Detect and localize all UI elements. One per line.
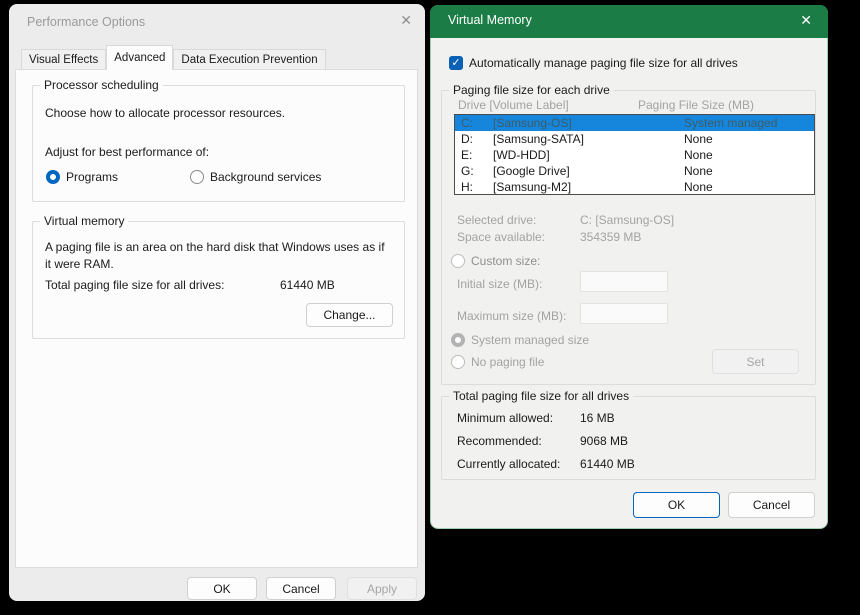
volume-label: [WD-HDD] — [493, 148, 550, 162]
paging-size: System managed — [684, 116, 778, 130]
tab-strip: Visual Effects Advanced Data Execution P… — [21, 45, 326, 70]
space-available-value: 354359 MB — [580, 230, 642, 244]
group-title: Virtual memory — [40, 214, 129, 228]
space-available-label: Space available: — [457, 230, 546, 244]
paging-file-group: Paging file size for each drive Drive [V… — [441, 83, 816, 385]
initial-size-input[interactable] — [580, 271, 668, 292]
list-item-drive-d[interactable]: D: [Samsung-SATA] None — [455, 131, 814, 147]
currently-allocated-value: 61440 MB — [580, 457, 635, 471]
cancel-button[interactable]: Cancel — [728, 492, 815, 518]
processor-description: Choose how to allocate processor resourc… — [45, 106, 286, 120]
processor-scheduling-group: Processor scheduling Choose how to alloc… — [32, 78, 405, 202]
cancel-button[interactable]: Cancel — [266, 577, 336, 600]
system-managed-radio[interactable] — [451, 333, 465, 347]
change-button[interactable]: Change... — [306, 303, 393, 327]
column-header-drive: Drive [Volume Label] — [458, 98, 569, 112]
currently-allocated-label: Currently allocated: — [457, 457, 561, 471]
titlebar: Virtual Memory ✕ — [430, 5, 828, 38]
drive-letter: D: — [461, 132, 473, 146]
minimum-allowed-value: 16 MB — [580, 411, 615, 425]
recommended-value: 9068 MB — [580, 434, 629, 448]
adjust-performance-label: Adjust for best performance of: — [45, 145, 210, 159]
volume-label: [Samsung-M2] — [493, 180, 572, 194]
drive-letter: H: — [461, 180, 473, 194]
list-item-drive-e[interactable]: E: [WD-HDD] None — [455, 147, 814, 163]
paging-size: None — [684, 164, 713, 178]
programs-radio[interactable] — [46, 170, 60, 184]
list-item-drive-c[interactable]: C: [Samsung-OS] System managed — [455, 115, 814, 131]
tab-visual-effects[interactable]: Visual Effects — [21, 49, 107, 70]
total-paging-value: 61440 MB — [280, 278, 335, 292]
dialog-title: Virtual Memory — [448, 13, 532, 27]
no-paging-file-radio-label[interactable]: No paging file — [471, 355, 544, 369]
group-title: Total paging file size for all drives — [449, 389, 634, 403]
list-item-drive-g[interactable]: G: [Google Drive] None — [455, 163, 814, 179]
selected-drive-value: C: [Samsung-OS] — [580, 213, 675, 227]
advanced-tab-page: Processor scheduling Choose how to alloc… — [15, 69, 418, 568]
tab-data-execution-prevention[interactable]: Data Execution Prevention — [173, 49, 326, 70]
virtual-memory-group: Virtual memory A paging file is an area … — [32, 214, 405, 339]
paging-file-description: A paging file is an area on the hard dis… — [45, 240, 385, 271]
dialog-title: Performance Options — [27, 15, 146, 29]
system-managed-radio-label[interactable]: System managed size — [471, 333, 589, 347]
initial-size-label: Initial size (MB): — [457, 277, 543, 291]
background-services-radio[interactable] — [190, 170, 204, 184]
drive-letter: G: — [461, 164, 474, 178]
total-paging-group: Total paging file size for all drives Mi… — [441, 389, 816, 480]
drive-letter: C: — [461, 116, 473, 130]
virtual-memory-dialog: Virtual Memory ✕ Automatically manage pa… — [430, 5, 828, 529]
ok-button[interactable]: OK — [187, 577, 257, 600]
paging-size: None — [684, 148, 713, 162]
group-title: Paging file size for each drive — [449, 83, 614, 97]
custom-size-radio[interactable] — [451, 254, 465, 268]
maximum-size-input[interactable] — [580, 303, 668, 324]
auto-manage-checkbox-label[interactable]: Automatically manage paging file size fo… — [469, 56, 738, 70]
paging-size: None — [684, 132, 713, 146]
group-title: Processor scheduling — [40, 78, 163, 92]
tab-advanced[interactable]: Advanced — [106, 45, 174, 70]
background-services-radio-label[interactable]: Background services — [210, 170, 321, 184]
list-item-drive-h[interactable]: H: [Samsung-M2] None — [455, 179, 814, 194]
recommended-label: Recommended: — [457, 434, 542, 448]
ok-button[interactable]: OK — [633, 492, 720, 518]
apply-button[interactable]: Apply — [347, 577, 417, 600]
close-icon[interactable]: ✕ — [800, 12, 812, 29]
maximum-size-label: Maximum size (MB): — [457, 309, 567, 323]
volume-label: [Samsung-OS] — [493, 116, 572, 130]
volume-label: [Samsung-SATA] — [493, 132, 584, 146]
performance-options-dialog: Performance Options ✕ Visual Effects Adv… — [9, 4, 425, 601]
drive-listbox[interactable]: C: [Samsung-OS] System managed D: [Samsu… — [454, 114, 815, 195]
set-button[interactable]: Set — [712, 349, 799, 374]
minimum-allowed-label: Minimum allowed: — [457, 411, 554, 425]
drive-letter: E: — [461, 148, 473, 162]
column-header-size: Paging File Size (MB) — [638, 98, 755, 112]
programs-radio-label[interactable]: Programs — [66, 170, 118, 184]
volume-label: [Google Drive] — [493, 164, 570, 178]
no-paging-file-radio[interactable] — [451, 355, 465, 369]
paging-size: None — [684, 180, 713, 194]
close-icon[interactable]: ✕ — [400, 12, 412, 29]
auto-manage-checkbox[interactable] — [449, 56, 463, 70]
custom-size-radio-label[interactable]: Custom size: — [471, 254, 540, 268]
selected-drive-label: Selected drive: — [457, 213, 537, 227]
total-paging-label: Total paging file size for all drives: — [45, 278, 225, 292]
